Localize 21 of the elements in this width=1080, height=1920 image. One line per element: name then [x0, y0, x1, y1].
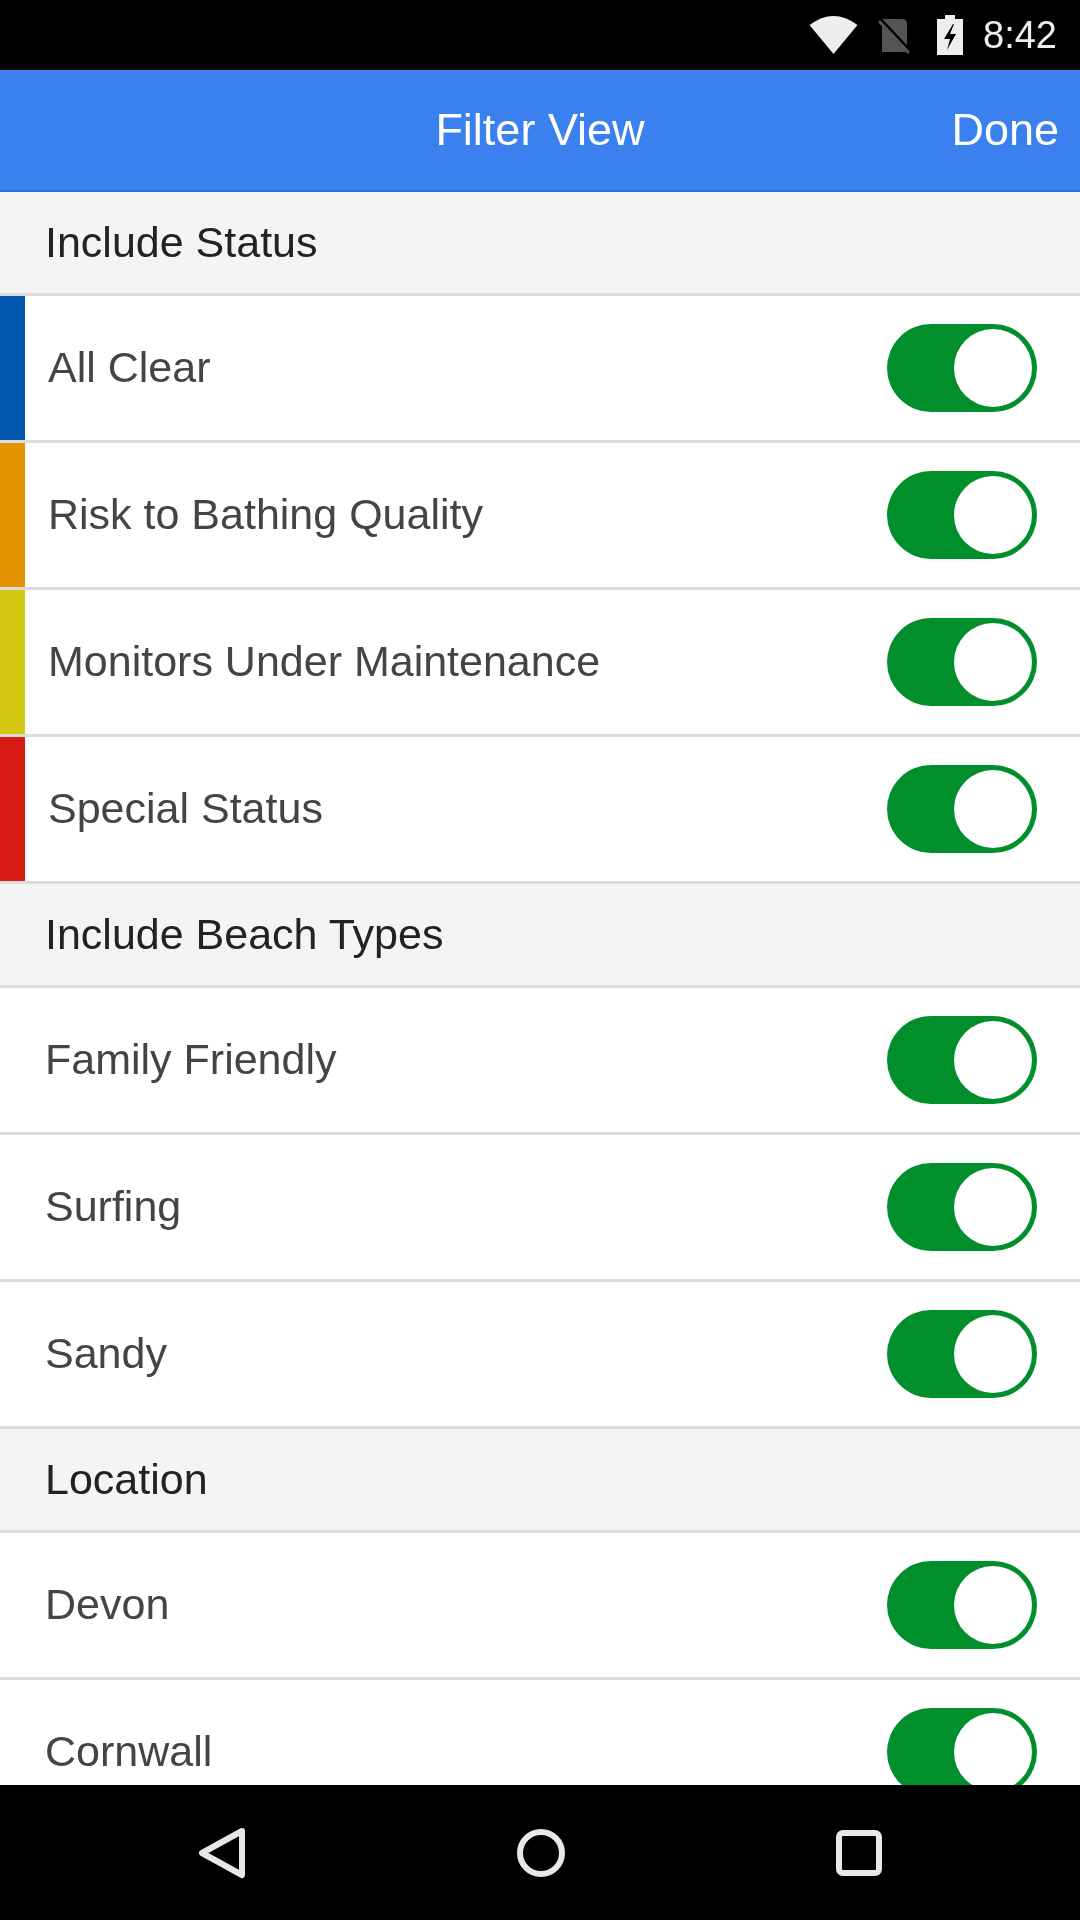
section-title: Include Status: [45, 216, 318, 268]
no-sim-icon: [876, 16, 913, 54]
filter-label: Family Friendly: [45, 1034, 337, 1086]
home-icon[interactable]: [516, 1827, 566, 1878]
screen-title: Filter View: [435, 103, 645, 157]
done-button[interactable]: Done: [941, 95, 1080, 165]
status-time: 8:42: [983, 16, 1057, 54]
filter-label: Sandy: [45, 1328, 167, 1380]
filter-label: Special Status: [48, 783, 323, 835]
filter-label: Surfing: [45, 1181, 182, 1233]
filter-label: All Clear: [48, 342, 211, 394]
battery-charging-icon: [937, 15, 964, 55]
filter-label: Devon: [45, 1579, 170, 1631]
wifi-icon: [809, 16, 859, 54]
back-icon[interactable]: [198, 1826, 246, 1879]
recents-icon[interactable]: [836, 1829, 882, 1876]
filter-label: Cornwall: [45, 1726, 213, 1778]
section-title: Location: [45, 1453, 208, 1505]
filter-label: Monitors Under Maintenance: [48, 636, 601, 688]
section-title: Include Beach Types: [45, 908, 444, 960]
filter-label: Risk to Bathing Quality: [48, 489, 483, 541]
